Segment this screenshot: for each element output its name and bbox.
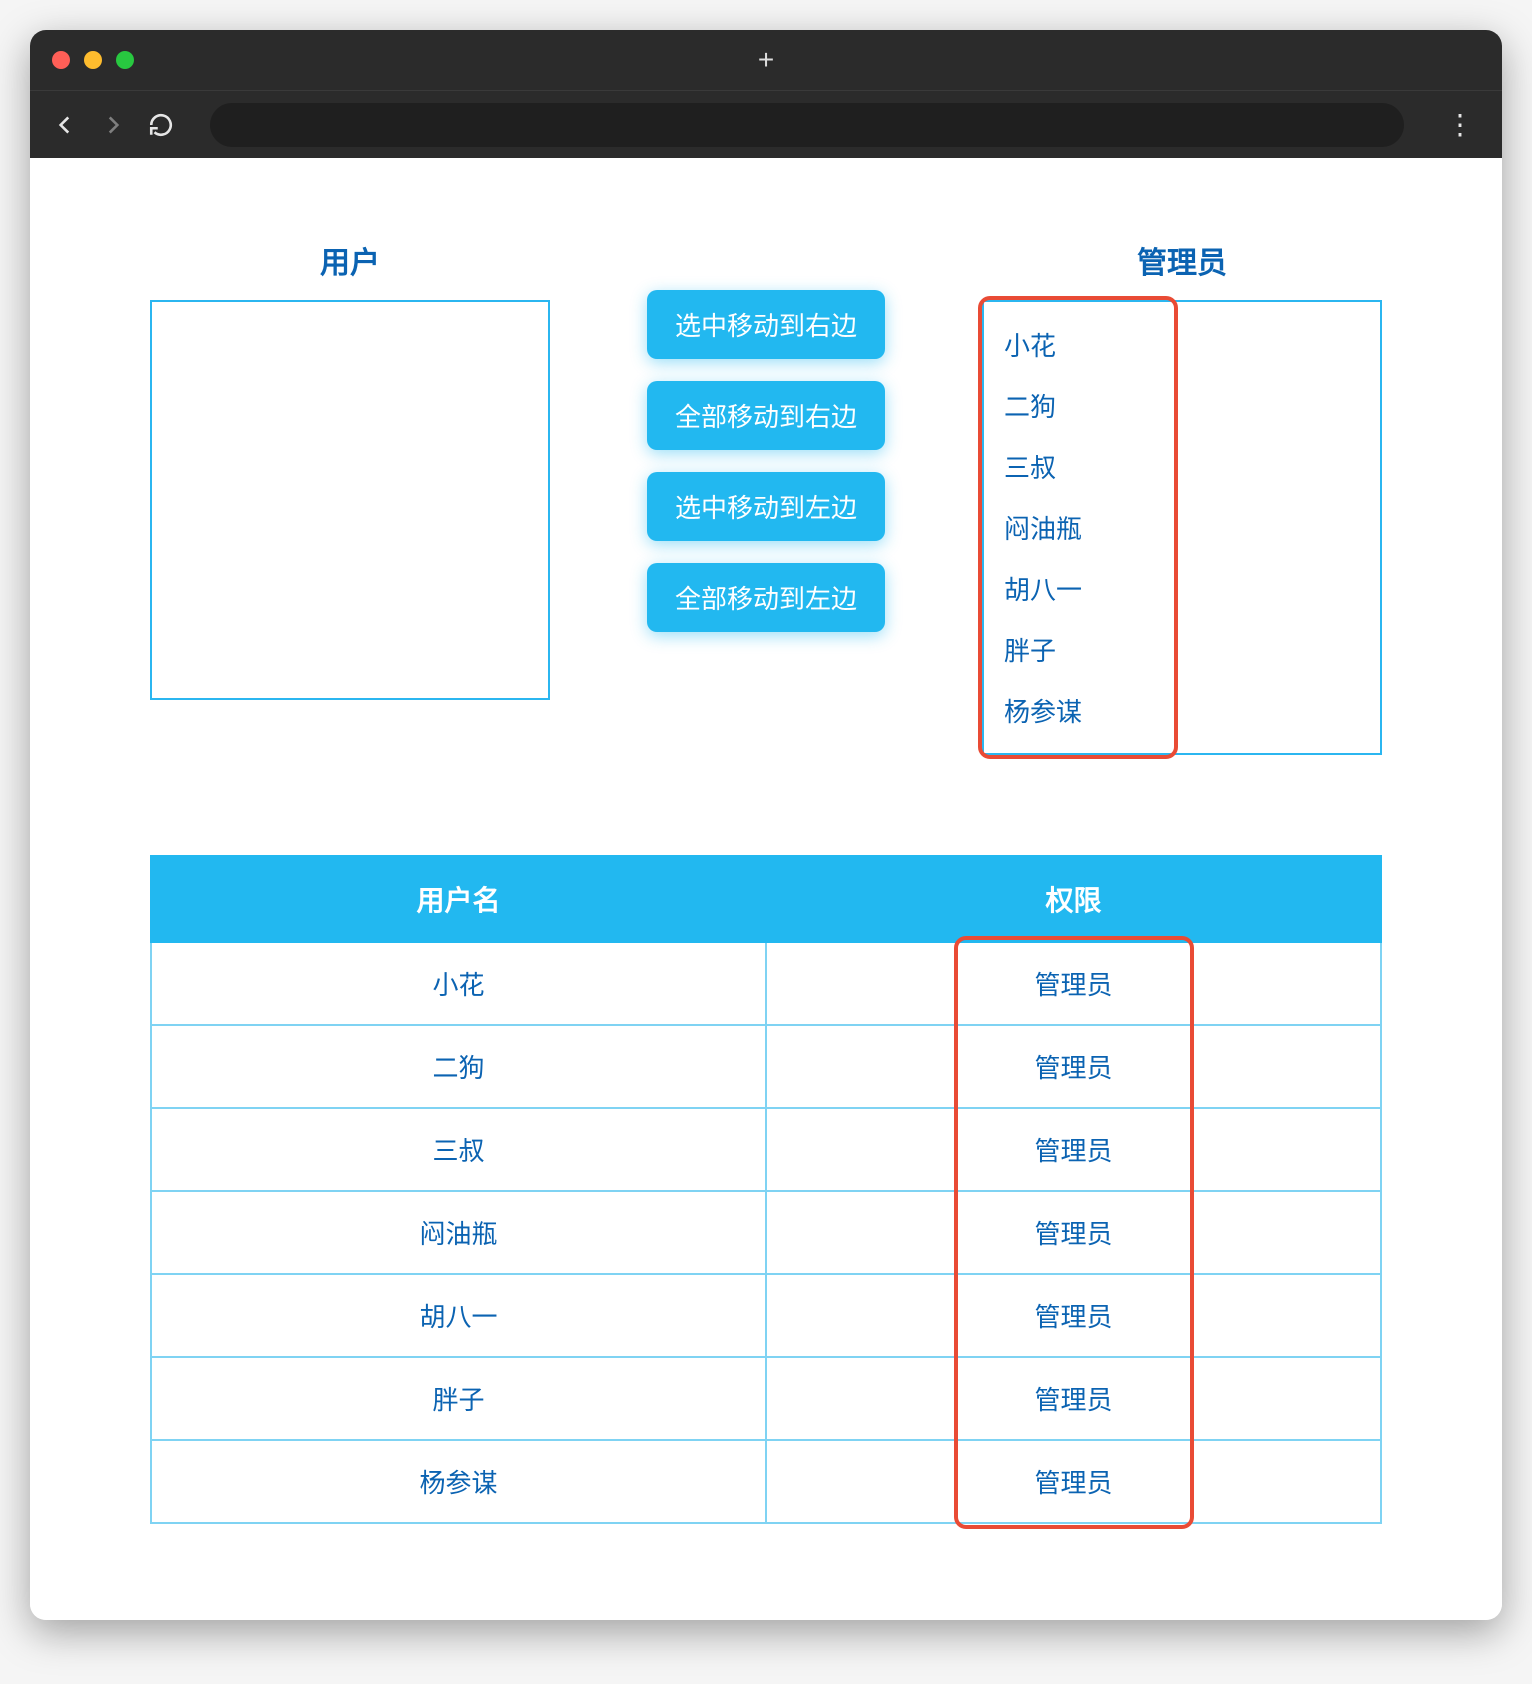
table-row: 胖子管理员 xyxy=(151,1357,1381,1440)
cell-permission: 管理员 xyxy=(766,1274,1381,1357)
users-listbox[interactable] xyxy=(150,300,550,700)
address-bar[interactable] xyxy=(210,103,1404,147)
transfer-buttons: 选中移动到右边 全部移动到右边 选中移动到左边 全部移动到左边 xyxy=(647,290,885,632)
table-row: 小花管理员 xyxy=(151,942,1381,1025)
cell-username: 三叔 xyxy=(151,1108,766,1191)
admins-title: 管理员 xyxy=(982,238,1382,282)
list-item[interactable]: 胡八一 xyxy=(984,558,1380,619)
cell-permission: 管理员 xyxy=(766,1108,1381,1191)
browser-tabbar: + xyxy=(30,30,1502,90)
cell-username: 胡八一 xyxy=(151,1274,766,1357)
cell-username: 小花 xyxy=(151,942,766,1025)
table-row: 胡八一管理员 xyxy=(151,1274,1381,1357)
back-icon[interactable] xyxy=(52,112,78,138)
list-item[interactable]: 闷油瓶 xyxy=(984,497,1380,558)
cell-username: 闷油瓶 xyxy=(151,1191,766,1274)
move-selected-left-button[interactable]: 选中移动到左边 xyxy=(647,472,885,541)
cell-permission: 管理员 xyxy=(766,1440,1381,1523)
window-controls xyxy=(52,51,134,69)
minimize-window-icon[interactable] xyxy=(84,51,102,69)
col-header-username: 用户名 xyxy=(151,856,766,942)
close-window-icon[interactable] xyxy=(52,51,70,69)
page-content: 用户 选中移动到右边 全部移动到右边 选中移动到左边 全部移动到左边 管理员 小… xyxy=(30,158,1502,1620)
move-all-left-button[interactable]: 全部移动到左边 xyxy=(647,563,885,632)
new-tab-icon[interactable]: + xyxy=(758,44,774,76)
admins-listbox[interactable]: 小花二狗三叔闷油瓶胡八一胖子杨参谋 xyxy=(982,300,1382,755)
table-row: 杨参谋管理员 xyxy=(151,1440,1381,1523)
cell-username: 杨参谋 xyxy=(151,1440,766,1523)
list-item[interactable]: 胖子 xyxy=(984,619,1380,680)
cell-username: 胖子 xyxy=(151,1357,766,1440)
transfer-component: 用户 选中移动到右边 全部移动到右边 选中移动到左边 全部移动到左边 管理员 小… xyxy=(150,238,1382,755)
reload-icon[interactable] xyxy=(148,112,174,138)
move-selected-right-button[interactable]: 选中移动到右边 xyxy=(647,290,885,359)
cell-permission: 管理员 xyxy=(766,1357,1381,1440)
table-row: 三叔管理员 xyxy=(151,1108,1381,1191)
list-item[interactable]: 三叔 xyxy=(984,436,1380,497)
cell-permission: 管理员 xyxy=(766,1191,1381,1274)
move-all-right-button[interactable]: 全部移动到右边 xyxy=(647,381,885,450)
list-item[interactable]: 杨参谋 xyxy=(984,680,1380,741)
list-item[interactable]: 二狗 xyxy=(984,375,1380,436)
cell-permission: 管理员 xyxy=(766,942,1381,1025)
admins-column: 管理员 小花二狗三叔闷油瓶胡八一胖子杨参谋 xyxy=(982,238,1382,755)
cell-permission: 管理员 xyxy=(766,1025,1381,1108)
users-column: 用户 xyxy=(150,238,550,700)
permissions-table: 用户名 权限 小花管理员二狗管理员三叔管理员闷油瓶管理员胡八一管理员胖子管理员杨… xyxy=(150,855,1382,1524)
cell-username: 二狗 xyxy=(151,1025,766,1108)
maximize-window-icon[interactable] xyxy=(116,51,134,69)
menu-icon[interactable]: ⋮ xyxy=(1440,108,1480,141)
col-header-permission: 权限 xyxy=(766,856,1381,942)
browser-toolbar: ⋮ xyxy=(30,90,1502,158)
browser-window: + ⋮ 用户 选中移动到右边 全部移动到右边 选中移动到左边 全部移动到左边 xyxy=(30,30,1502,1620)
table-row: 二狗管理员 xyxy=(151,1025,1381,1108)
users-title: 用户 xyxy=(150,238,550,282)
permissions-table-wrap: 用户名 权限 小花管理员二狗管理员三叔管理员闷油瓶管理员胡八一管理员胖子管理员杨… xyxy=(150,855,1382,1524)
table-row: 闷油瓶管理员 xyxy=(151,1191,1381,1274)
forward-icon[interactable] xyxy=(100,112,126,138)
list-item[interactable]: 小花 xyxy=(984,314,1380,375)
